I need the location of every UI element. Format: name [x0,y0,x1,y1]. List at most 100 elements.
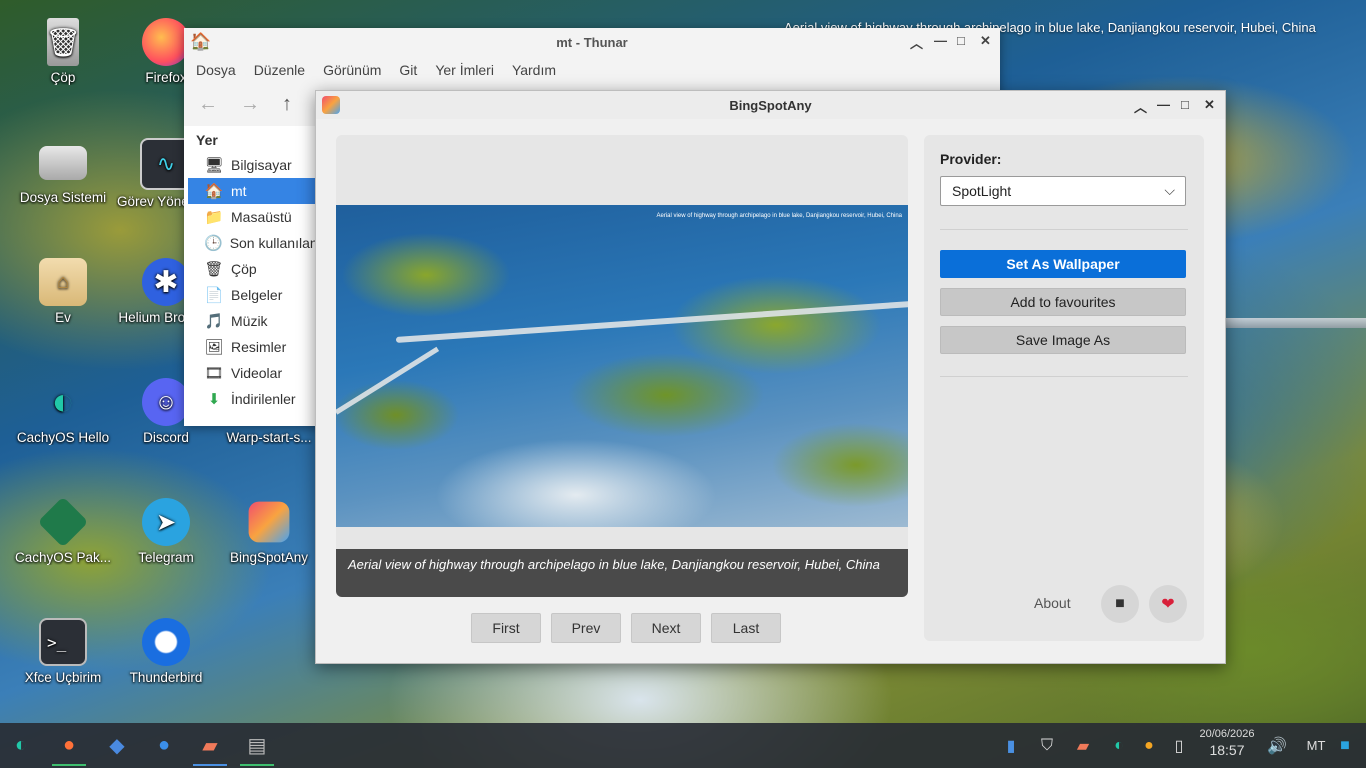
sidebar-item-label: Videolar [231,365,283,381]
cachyos-tray-icon[interactable]: ◐ [1106,723,1132,768]
taskbar-thunderbird[interactable]: ● [143,723,185,768]
sidebar-item-videos[interactable]: 🎞 Videolar [184,360,315,386]
helium-icon: ✱ [142,258,190,306]
last-button[interactable]: Last [711,613,781,643]
shield-icon[interactable]: ⛉ [1034,723,1060,768]
firefox-icon [142,18,190,66]
prev-button[interactable]: Prev [551,613,621,643]
sidebar-item-downloads[interactable]: ⬇ İndirilenler [184,386,315,412]
provider-value: SpotLight [952,183,1012,199]
maximize-button[interactable]: □ [957,33,965,48]
sidebar-item-recent[interactable]: 🕒 Son kullanılanlar [184,230,333,256]
clock-time: 18:57 [1209,742,1245,758]
drive-icon [39,146,87,180]
menu-view[interactable]: Görünüm [323,62,381,78]
thunar-titlebar[interactable]: 🏠 mt - Thunar ︿ — □ ✕ [184,28,1000,56]
show-desktop-button[interactable]: ■ [1334,723,1356,768]
taskbar-thunar[interactable]: ▤ [236,723,278,768]
desktop-icon-label: Ev [55,310,71,325]
bingspotany-icon: ▰ [202,735,218,757]
bingspotany-tray-icon[interactable]: ▰ [1070,723,1096,768]
bridge-shape [395,300,908,343]
desktop-icon-telegram[interactable]: ➤ Telegram [116,498,216,565]
close-button[interactable]: ✕ [980,33,991,49]
network-icon[interactable]: ▮ [998,723,1024,768]
sidebar-item-music[interactable]: 🎵 Müzik [184,308,315,334]
favourites-folder-button[interactable]: ❤ [1149,585,1187,623]
image-navigation: First Prev Next Last [471,613,781,643]
bingspotany-title: BingSpotAny [729,97,812,113]
save-image-button[interactable]: Save Image As [940,326,1186,354]
start-menu-button[interactable]: ◐ [0,723,42,768]
menu-edit[interactable]: Düzenle [254,62,305,78]
taskbar: ◐ ● ◆ ● ▰ ▤ ▮ ⛉ ▰ ◐ ● ▯ 20/06/2026 18:57… [0,723,1366,768]
sidebar-item-home[interactable]: 🏠 mt [188,178,315,204]
up-arrow-icon[interactable]: ↑ [282,93,292,116]
home-icon: 🏠 [204,183,224,200]
clock-date: 20/06/2026 [1199,728,1255,740]
controls-panel: Provider: SpotLight ⌵ Set As Wallpaper A… [924,135,1204,641]
sidebar-item-documents[interactable]: 📄 Belgeler [184,282,315,308]
terminal-icon: >_ [39,618,87,666]
taskbar-bingspotany[interactable]: ▰ [189,723,231,768]
desktop-icon-thunderbird[interactable]: Thunderbird [116,618,216,685]
volume-icon[interactable]: 🔊 [1264,723,1290,768]
weather-icon[interactable]: ● [1138,723,1160,768]
desktop-icon-home[interactable]: ⌂ Ev [13,258,113,325]
sidebar-item-desktop[interactable]: 📁 Masaüstü [184,204,315,230]
desktop-icon-bingspotany[interactable]: BingSpotAny [219,498,319,565]
sidebar-item-label: Masaüstü [231,209,292,225]
desktop-icon-label: CachyOS Hello [16,430,110,445]
taskbar-firefox[interactable]: ● [48,723,90,768]
provider-label: Provider: [940,151,1002,167]
recent-icon: 🕒 [204,235,223,252]
back-arrow-icon[interactable]: ← [198,93,218,116]
videos-icon: 🎞 [204,365,224,382]
desktop-icon-filesystem[interactable]: Dosya Sistemi [13,138,113,205]
package-icon [37,496,89,548]
provider-select[interactable]: SpotLight ⌵ [940,176,1186,206]
user-indicator[interactable]: MT [1300,723,1332,768]
menu-help[interactable]: Yardım [512,62,556,78]
set-wallpaper-button[interactable]: Set As Wallpaper [940,250,1186,278]
menu-file[interactable]: Dosya [196,62,236,78]
sidebar-item-label: Belgeler [231,287,283,303]
minimize-button[interactable]: — [1157,97,1170,112]
menu-go[interactable]: Git [399,62,417,78]
bingspotany-window[interactable]: BingSpotAny ︿ — □ ✕ Aerial view of highw… [315,90,1226,664]
close-button[interactable]: ✕ [1204,97,1215,113]
about-link[interactable]: About [1034,595,1071,611]
desktop-icon-terminal[interactable]: >_ Xfce Uçbirim [13,618,113,685]
desktop-icon-cachyos-packages[interactable]: CachyOS Pak... [13,496,113,565]
shade-icon[interactable]: ︿ [1134,97,1147,116]
minimize-button[interactable]: — [934,33,947,48]
desktop-icon-label: Warp-start-s... [226,430,312,445]
desktop-icon-trash[interactable]: 🗑 Çöp [13,18,113,85]
desktop-icon-cachyos-hello[interactable]: ◐ CachyOS Hello [13,378,113,446]
sidebar-item-computer[interactable]: 🖥 Bilgisayar [184,152,315,178]
open-folder-button[interactable]: ■ [1101,585,1139,623]
clock[interactable]: 20/06/2026 18:57 [1192,728,1262,758]
next-button[interactable]: Next [631,613,701,643]
maximize-button[interactable]: □ [1181,97,1189,112]
sidebar-item-label: İndirilenler [231,391,296,407]
shade-icon[interactable]: ︿ [910,33,923,52]
sidebar-item-label: Müzik [231,313,268,329]
bingspotany-icon [248,501,290,543]
chevron-down-icon: ⌵ [1164,182,1175,198]
battery-icon[interactable]: ▯ [1168,723,1190,768]
sidebar-item-trash[interactable]: 🗑 Çöp [184,256,315,282]
desktop-icon-label: Telegram [138,550,194,565]
sidebar-item-pictures[interactable]: 🖼 Resimler [184,334,315,360]
bingspotany-titlebar[interactable]: BingSpotAny ︿ — □ ✕ [316,91,1225,119]
desktop-icon-label: Thunderbird [129,670,203,685]
add-favourites-button[interactable]: Add to favourites [940,288,1186,316]
forward-arrow-icon[interactable]: → [240,93,260,116]
places-sidebar: Yer 🖥 Bilgisayar 🏠 mt 📁 Masaüstü 🕒 Son kulla… [184,126,333,426]
menu-bookmarks[interactable]: Yer İmleri [435,62,494,78]
desktop-icon-label: Discord [143,430,189,445]
telegram-icon: ➤ [142,498,190,546]
first-button[interactable]: First [471,613,541,643]
taskbar-helium[interactable]: ◆ [96,723,138,768]
computer-icon: 🖥 [204,157,224,174]
